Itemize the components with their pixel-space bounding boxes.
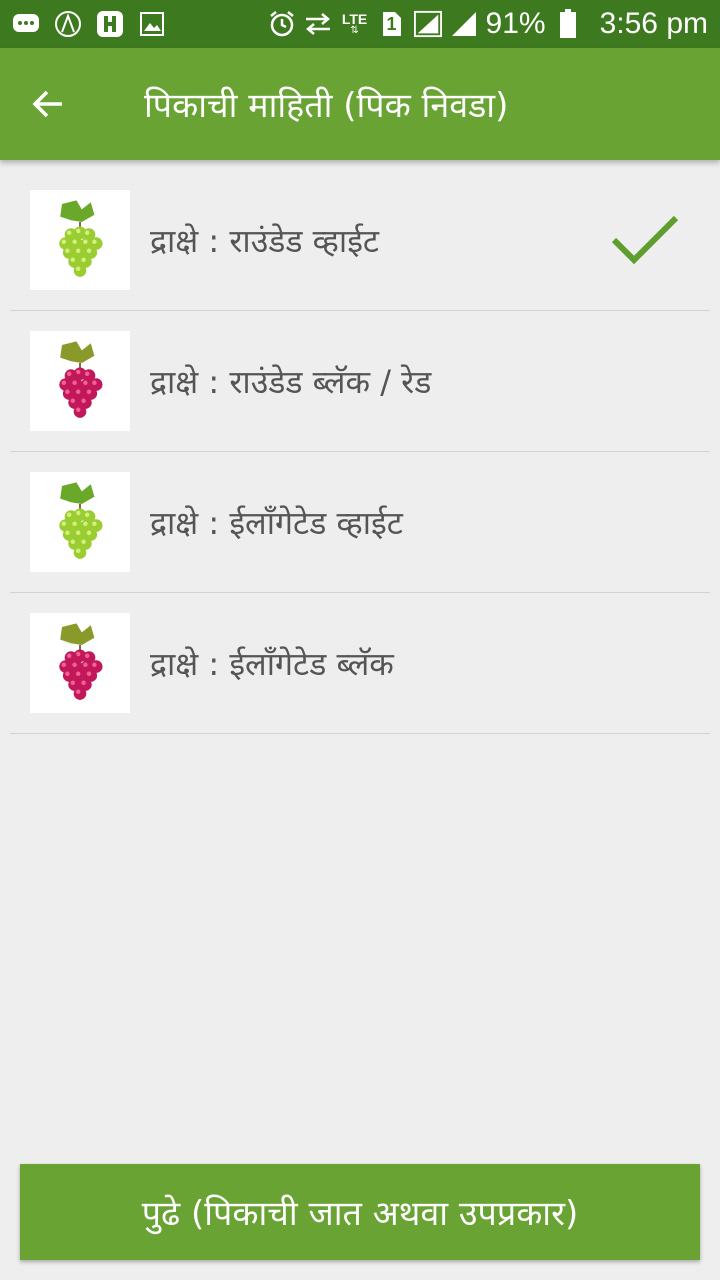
grape-image (30, 190, 130, 290)
list-item[interactable]: द्राक्षे : ईलॉंगेटेड व्हाईट (10, 452, 710, 593)
item-label: द्राक्षे : राउंडेड ब्लॅक / रेड (150, 362, 432, 401)
back-button[interactable] (0, 48, 96, 160)
signal-icon (413, 10, 442, 38)
image-icon (138, 10, 166, 38)
grape-icon (59, 341, 103, 418)
chat-icon (12, 10, 40, 38)
item-label: द्राक्षे : राउंडेड व्हाईट (150, 221, 380, 260)
battery-icon (554, 9, 582, 38)
grape-image (30, 613, 130, 713)
grape-icon (59, 482, 103, 559)
sim-icon: 1 (378, 10, 406, 38)
next-button[interactable]: पुढे (पिकाची जात अथवा उपप्रकार) (20, 1164, 700, 1260)
item-label: द्राक्षे : ईलॉंगेटेड व्हाईट (150, 503, 403, 542)
list-item[interactable]: द्राक्षे : राउंडेड ब्लॅक / रेड (10, 311, 710, 452)
a-logo-icon (54, 10, 82, 38)
clock: 3:56 pm (599, 7, 708, 40)
grape-icon (59, 200, 103, 277)
page-title: पिकाची माहिती (पिक निवडा) (144, 86, 509, 126)
crop-list: द्राक्षे : राउंडेड व्हाईट द्राक्षे : राउ… (10, 170, 710, 734)
grape-image (30, 472, 130, 572)
status-bar: LTE ⇅ 1 91% 3:56 pm (0, 0, 720, 48)
list-item[interactable]: द्राक्षे : ईलॉंगेटेड ब्लॅक (10, 593, 710, 734)
check-icon (611, 215, 679, 265)
app-icon (96, 10, 124, 38)
list-item[interactable]: द्राक्षे : राउंडेड व्हाईट (10, 170, 710, 311)
arrow-left-icon (32, 90, 62, 118)
grape-image (30, 331, 130, 431)
app-bar: पिकाची माहिती (पिक निवडा) (0, 48, 720, 160)
lte-icon: LTE ⇅ (341, 11, 368, 36)
signal-icon-2 (450, 10, 478, 38)
item-label: द्राक्षे : ईलॉंगेटेड ब्लॅक (150, 644, 394, 683)
alarm-icon (268, 10, 296, 38)
data-transfer-icon (304, 10, 332, 38)
battery-percent: 91% (485, 7, 546, 40)
grape-icon (59, 623, 103, 700)
